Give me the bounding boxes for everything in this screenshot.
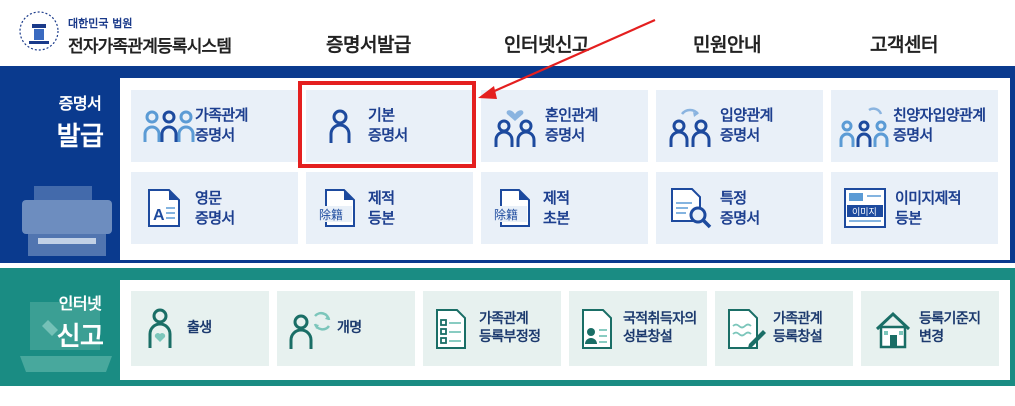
- tile-english-cert[interactable]: A 영문 증명서: [131, 172, 298, 244]
- nav-civil-guide[interactable]: 민원안내: [693, 30, 761, 57]
- removed-register-icon: 除籍: [318, 189, 355, 227]
- tile-full-adoption-cert[interactable]: 친양자입양관계 증명서: [831, 90, 998, 162]
- tile-marriage-cert[interactable]: 혼인관계 증명서: [481, 90, 648, 162]
- tile-label: 제적 초본: [543, 189, 570, 227]
- tile-birth-report[interactable]: 출생: [131, 291, 269, 366]
- system-name[interactable]: 전자가족관계등록시스템: [68, 32, 232, 57]
- house-icon: [875, 311, 911, 348]
- tile-domicile-change[interactable]: 등록기준지 변경: [861, 291, 999, 366]
- tile-label: 입양관계 증명서: [720, 106, 773, 144]
- full-adoption-icon: [839, 107, 889, 147]
- english-document-icon: A: [148, 189, 180, 227]
- tile-label: 국적취득자의 성본창설: [623, 311, 697, 345]
- tile-family-relation-cert[interactable]: 가족관계 증명서: [131, 90, 298, 162]
- marriage-icon: [494, 110, 536, 147]
- tile-label: 혼인관계 증명서: [545, 106, 598, 144]
- search-document-icon: [671, 188, 712, 229]
- tile-rename-report[interactable]: 개명: [277, 291, 415, 366]
- tile-label: 제적 등본: [368, 189, 395, 227]
- certificate-panel: 가족관계 증명서 기본 증명서 혼인관계 증명서 입양관계 증명서 친양자입양관…: [120, 78, 1010, 260]
- tile-label: 가족관계 등록부정정: [479, 311, 541, 345]
- court-logo-icon[interactable]: [18, 10, 60, 52]
- tile-label: 친양자입양관계 증명서: [893, 106, 986, 144]
- tile-label: 특정 증명서: [720, 189, 760, 227]
- tile-label: 가족관계 등록창설: [773, 311, 823, 345]
- tile-label: 출생: [187, 320, 212, 336]
- report-panel: 출생 개명 가족관계 등록부정정 국적취득자의 성본창설 가족관계 등록창설 등…: [120, 280, 1010, 380]
- tile-adoption-cert[interactable]: 입양관계 증명서: [656, 90, 823, 162]
- tile-image-removed-register[interactable]: 이미지 이미지제적 등본: [831, 172, 998, 244]
- printer-icon: [22, 186, 112, 256]
- svg-text:A: A: [153, 207, 165, 224]
- image-register-icon: 이미지: [844, 188, 886, 228]
- adoption-icon: [669, 108, 711, 147]
- tile-removed-register-extract[interactable]: 除籍 제적 초본: [481, 172, 648, 244]
- tile-register-creation[interactable]: 가족관계 등록창설: [715, 291, 853, 366]
- id-document-icon: [582, 308, 612, 349]
- svg-text:除籍: 除籍: [319, 207, 343, 222]
- tile-register-correction[interactable]: 가족관계 등록부정정: [423, 291, 561, 366]
- nav-certificate[interactable]: 증명서발급: [326, 30, 411, 57]
- svg-text:이미지: 이미지: [852, 207, 877, 218]
- nav-customer-center[interactable]: 고객센터: [870, 30, 938, 57]
- nav-internet-report[interactable]: 인터넷신고: [504, 30, 589, 57]
- tile-label: 개명: [337, 320, 362, 336]
- rename-icon: [289, 311, 331, 349]
- tile-basic-cert[interactable]: 기본 증명서: [306, 90, 473, 162]
- tile-naturalized-surname[interactable]: 국적취득자의 성본창설: [569, 291, 707, 366]
- person-icon: [329, 109, 351, 143]
- org-name: 대한민국 법원: [68, 17, 133, 30]
- removed-register-icon: 除籍: [493, 189, 530, 227]
- tile-label: 이미지제적 등본: [895, 189, 962, 227]
- report-section-label: 인터넷 신고: [56, 294, 104, 352]
- certificate-section-label: 증명서 발급: [56, 94, 104, 152]
- tile-label: 가족관계 증명서: [195, 106, 248, 144]
- birth-icon: [148, 308, 172, 348]
- certificate-section: 증명서 발급 가족관계 증명서 기본 증명서 혼인관계 증명서 입양관계 증명서…: [0, 66, 1015, 263]
- family-icon: [143, 110, 195, 142]
- svg-text:除籍: 除籍: [494, 207, 518, 222]
- tile-removed-register-copy[interactable]: 除籍 제적 등본: [306, 172, 473, 244]
- tile-label: 기본 증명서: [368, 106, 408, 144]
- tile-label: 영문 증명서: [195, 189, 235, 227]
- tile-label: 등록기준지 변경: [919, 311, 981, 345]
- checklist-icon: [436, 308, 466, 349]
- internet-report-section: 인터넷 신고 출생 개명 가족관계 등록부정정 국적취득자의 성본창설 가족관계…: [0, 268, 1015, 386]
- site-header: 대한민국 법원 전자가족관계등록시스템 증명서발급 인터넷신고 민원안내 고객센…: [0, 0, 1015, 66]
- edit-document-icon: [728, 308, 766, 349]
- tile-specific-cert[interactable]: 특정 증명서: [656, 172, 823, 244]
